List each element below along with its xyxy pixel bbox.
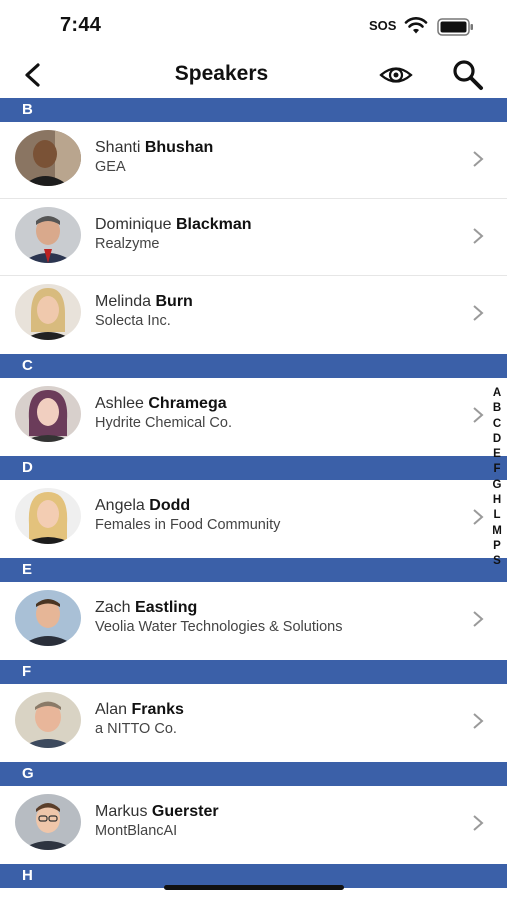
status-time: 7:44: [60, 14, 102, 36]
first-name: Alan: [95, 701, 128, 718]
index-letter-p[interactable]: P: [493, 539, 501, 554]
speaker-row-melinda-burn[interactable]: Melinda Burn Solecta Inc.: [0, 276, 507, 354]
index-letter-a[interactable]: A: [493, 386, 501, 401]
chevron-right-icon: [473, 407, 484, 423]
last-name: Blackman: [175, 216, 252, 233]
first-name: Melinda: [95, 293, 152, 310]
visibility-button[interactable]: [378, 62, 414, 88]
last-name: Dodd: [149, 497, 191, 514]
speaker-row-dominique-blackman[interactable]: Dominique Blackman Realzyme: [0, 199, 507, 276]
last-name: Guerster: [151, 803, 219, 820]
last-name: Chramega: [148, 395, 227, 412]
index-letter-m[interactable]: M: [492, 524, 502, 539]
index-letter-h[interactable]: H: [493, 493, 501, 508]
alphabet-index: A B C D E F G H L M P S: [487, 386, 507, 570]
section-header-g: G: [0, 762, 507, 786]
speaker-company: Veolia Water Technologies & Solutions: [95, 619, 343, 635]
speaker-company: Solecta Inc.: [95, 313, 171, 329]
first-name: Ashlee: [95, 395, 144, 412]
chevron-right-icon: [473, 305, 484, 321]
speaker-name: Markus Guerster: [95, 803, 219, 821]
speaker-name: Zach Eastling: [95, 599, 197, 617]
index-letter-b[interactable]: B: [493, 401, 501, 416]
chevron-right-icon: [473, 815, 484, 831]
section-header-d: D: [0, 456, 507, 480]
eye-icon: [379, 67, 413, 83]
first-name: Shanti: [95, 139, 141, 156]
status-bar: 7:44 SOS: [0, 0, 507, 52]
search-button[interactable]: [450, 58, 486, 92]
last-name: Bhushan: [144, 139, 214, 156]
speaker-company: MontBlancAI: [95, 823, 178, 839]
speaker-row-zach-eastling[interactable]: Zach Eastling Veolia Water Technologies …: [0, 582, 507, 660]
first-name: Angela: [95, 497, 145, 514]
search-icon: [453, 60, 483, 90]
last-name: Franks: [131, 701, 184, 718]
chevron-right-icon: [473, 713, 484, 729]
speaker-row-markus-guerster[interactable]: Markus Guerster MontBlancAI: [0, 786, 507, 864]
index-letter-g[interactable]: G: [493, 478, 502, 493]
avatar: [15, 386, 81, 442]
first-name: Markus: [95, 803, 148, 820]
nav-bar: Speakers: [0, 52, 507, 98]
index-letter-e[interactable]: E: [493, 447, 501, 462]
speaker-name: Ashlee Chramega: [95, 395, 227, 413]
speaker-company: Females in Food Community: [95, 517, 281, 533]
section-header-e: E: [0, 558, 507, 582]
last-name: Eastling: [135, 599, 198, 616]
avatar: [15, 794, 81, 850]
page-title: Speakers: [174, 62, 269, 85]
section-header-f: F: [0, 660, 507, 684]
first-name: Zach: [95, 599, 131, 616]
index-letter-d[interactable]: D: [493, 432, 501, 447]
speaker-name: Alan Franks: [95, 701, 184, 719]
chevron-right-icon: [473, 151, 484, 167]
index-letter-f[interactable]: F: [493, 462, 500, 477]
speaker-name: Melinda Burn: [95, 293, 193, 311]
speaker-name: Angela Dodd: [95, 497, 190, 515]
sos-indicator: SOS: [369, 18, 397, 33]
chevron-right-icon: [473, 611, 484, 627]
battery-icon: [437, 18, 475, 41]
avatar: [15, 488, 81, 544]
speaker-name: Shanti Bhushan: [95, 139, 213, 157]
section-header-c: C: [0, 354, 507, 378]
speaker-name: Dominique Blackman: [95, 216, 252, 234]
first-name: Dominique: [95, 216, 172, 233]
speaker-company: GEA: [95, 159, 126, 175]
section-header-b: B: [0, 98, 507, 122]
avatar: [15, 692, 81, 748]
wifi-icon: [404, 17, 428, 40]
speaker-list: B Shanti Bhushan GEA Dominique Blackman: [0, 98, 507, 888]
home-indicator: [164, 885, 344, 890]
speaker-company: Hydrite Chemical Co.: [95, 415, 232, 431]
speaker-company: a NITTO Co.: [95, 721, 177, 737]
index-letter-s[interactable]: S: [493, 554, 501, 569]
speaker-company: Realzyme: [95, 236, 160, 252]
avatar: [15, 130, 81, 186]
chevron-right-icon: [473, 228, 484, 244]
index-letter-l[interactable]: L: [493, 508, 500, 523]
avatar: [15, 590, 81, 646]
speaker-row-shanti-bhushan[interactable]: Shanti Bhushan GEA: [0, 122, 507, 199]
avatar: [15, 284, 81, 340]
avatar: [15, 207, 81, 263]
speaker-row-angela-dodd[interactable]: Angela Dodd Females in Food Community: [0, 480, 507, 558]
last-name: Burn: [155, 293, 193, 310]
index-letter-c[interactable]: C: [493, 417, 501, 432]
speaker-row-alan-franks[interactable]: Alan Franks a NITTO Co.: [0, 684, 507, 762]
chevron-right-icon: [473, 509, 484, 525]
speaker-row-ashlee-chramega[interactable]: Ashlee Chramega Hydrite Chemical Co.: [0, 378, 507, 456]
